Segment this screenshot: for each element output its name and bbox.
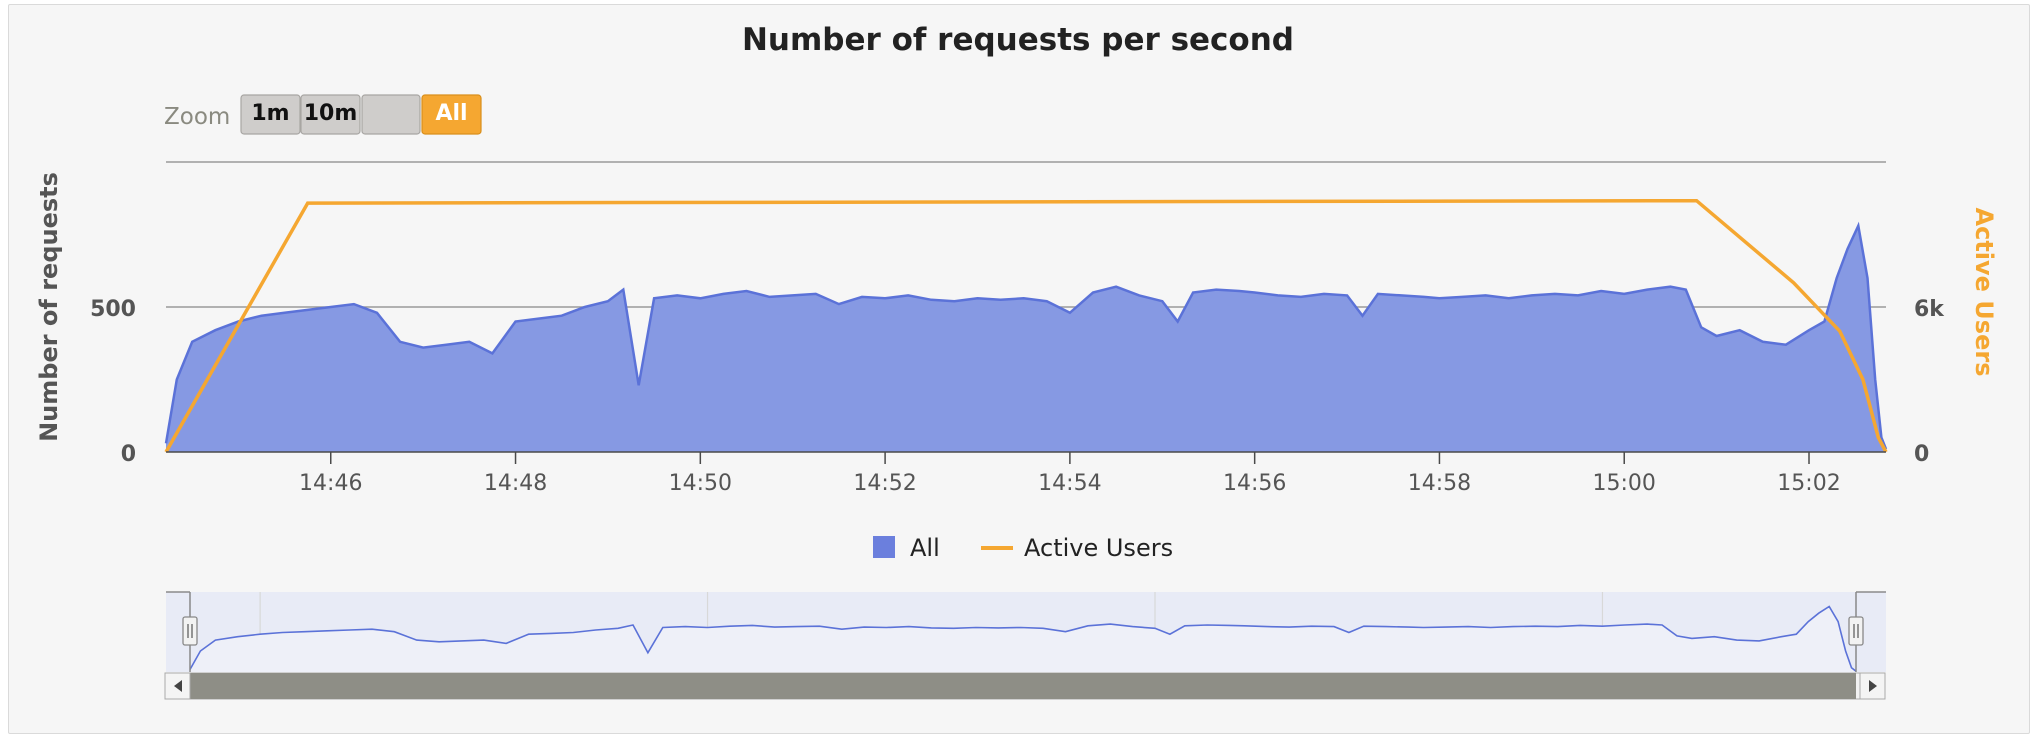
requests-per-second-chart: Number of requests per second Zoom 1m 10m Al… <box>35 22 1998 700</box>
zoom-label: Zoom <box>164 104 230 130</box>
x-tick-label: 14:58 <box>1408 471 1471 496</box>
zoom-button-label[interactable]: All <box>435 101 467 126</box>
x-tick-label: 14:52 <box>853 471 916 496</box>
zoom-button-blank[interactable] <box>361 94 421 135</box>
zoom-button-label[interactable]: 10m <box>304 101 358 126</box>
y-left-tick-label: 500 <box>90 297 136 322</box>
y-right-tick-label: 0 <box>1914 442 1929 467</box>
x-tick-label: 14:56 <box>1223 471 1286 496</box>
y-left-axis-title: Number of requests <box>35 172 63 442</box>
legend-label-active-users[interactable]: Active Users <box>1024 534 1173 562</box>
x-tick-label: 15:00 <box>1593 471 1656 496</box>
chart-title: Number of requests per second <box>742 22 1294 58</box>
y-right-axis-title: Active Users <box>1970 208 1998 377</box>
x-tick-label: 14:50 <box>669 471 732 496</box>
x-tick-label: 14:46 <box>299 471 362 496</box>
scrollbar-thumb[interactable] <box>190 673 1856 699</box>
y-right-tick-label: 6k <box>1914 297 1945 322</box>
x-tick-label: 14:48 <box>484 471 547 496</box>
x-tick-label: 15:02 <box>1777 471 1840 496</box>
zoom-button-label[interactable]: 1m <box>251 101 289 126</box>
y-left-tick-label: 0 <box>121 442 136 467</box>
navigator-right-handle[interactable] <box>1848 616 1864 646</box>
x-tick-label: 14:54 <box>1038 471 1101 496</box>
series-all-area <box>166 225 1886 452</box>
legend-label-all[interactable]: All <box>910 534 940 562</box>
navigator-left-handle[interactable] <box>182 616 198 646</box>
legend-swatch-all[interactable] <box>873 536 895 558</box>
